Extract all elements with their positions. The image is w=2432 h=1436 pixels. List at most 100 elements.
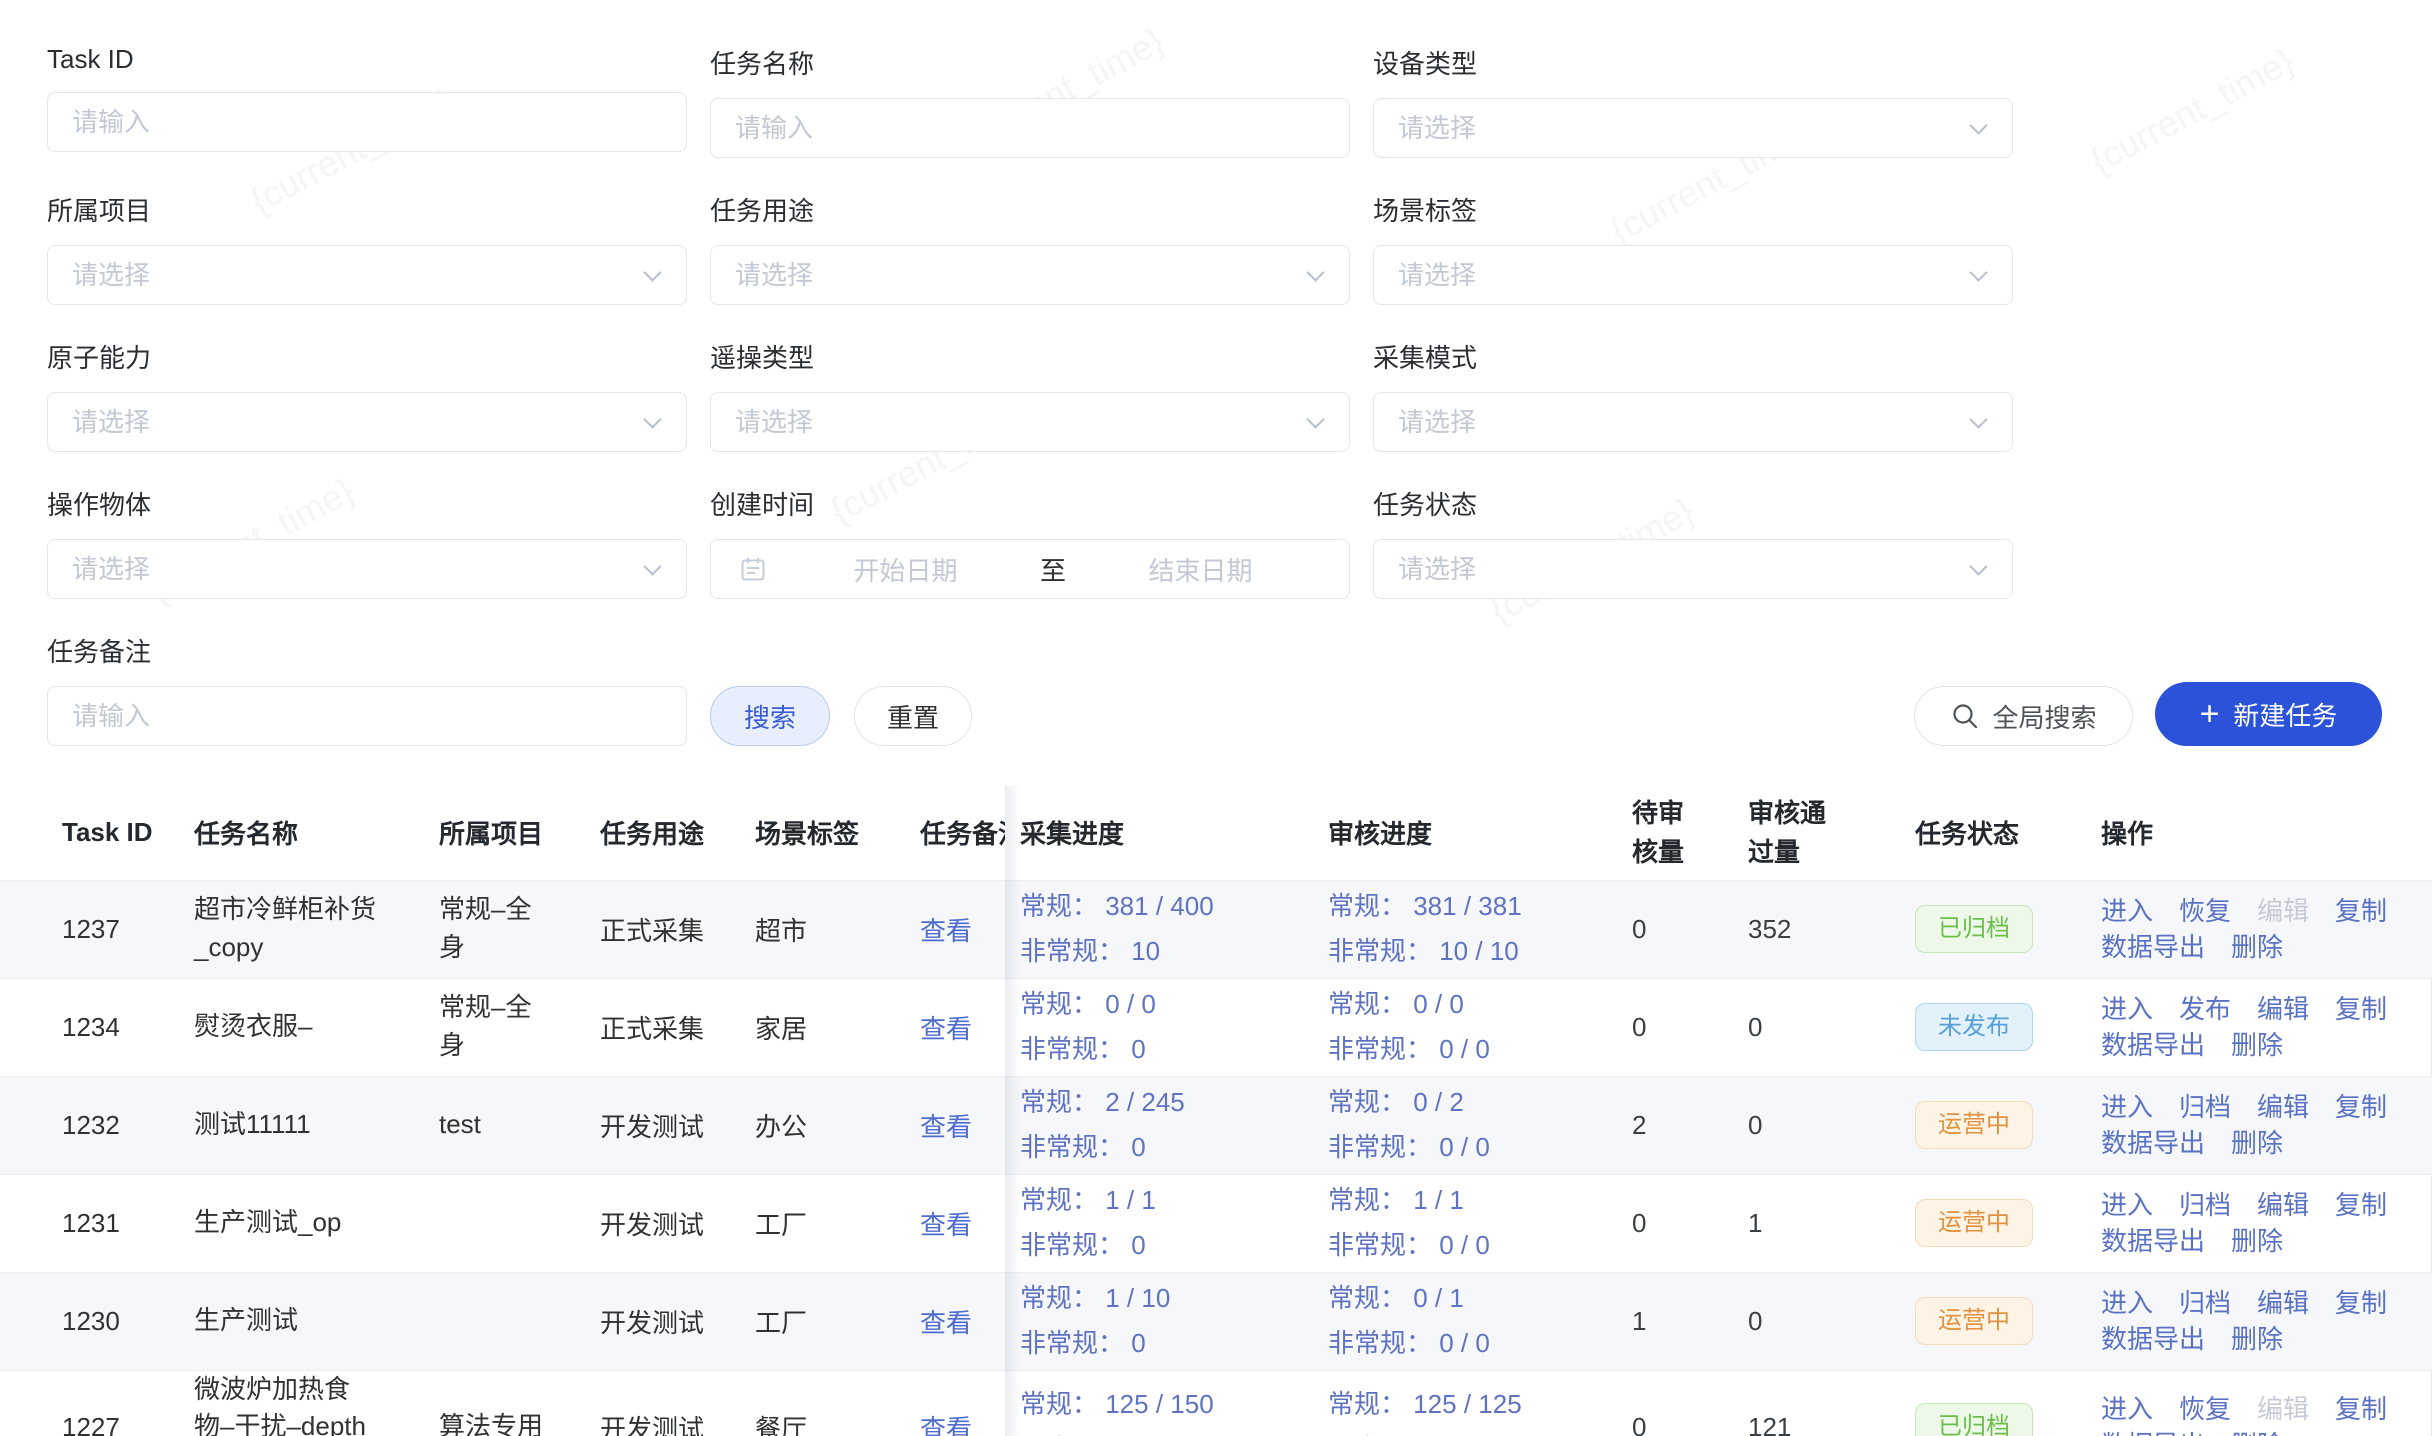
filter-teleop-type: 遥操类型 bbox=[710, 338, 1350, 452]
copy-link[interactable]: 复制 bbox=[2335, 1288, 2387, 1318]
enter-link[interactable]: 进入 bbox=[2101, 896, 2153, 926]
archive-link[interactable]: 归档 bbox=[2179, 1092, 2231, 1122]
end-date-placeholder[interactable]: 结束日期 bbox=[1072, 551, 1329, 588]
edit-link[interactable]: 编辑 bbox=[2257, 1394, 2309, 1424]
create-time-range[interactable]: 开始日期 至 结束日期 bbox=[710, 539, 1350, 599]
pending-count: 0 bbox=[1627, 978, 1743, 1076]
filter-atomic-ability: 原子能力 bbox=[47, 338, 687, 452]
export-link[interactable]: 数据导出 bbox=[2101, 1430, 2205, 1436]
col-operations: 操作 bbox=[2096, 786, 2432, 880]
collect-progress-cell: 常规： 2 / 245非常规： 0 bbox=[1005, 1076, 1323, 1174]
archive-link[interactable]: 归档 bbox=[2179, 1288, 2231, 1318]
delete-link[interactable]: 删除 bbox=[2231, 1324, 2283, 1354]
edit-link[interactable]: 编辑 bbox=[2257, 1288, 2309, 1318]
col-task-id: Task ID bbox=[0, 786, 155, 880]
note-view-link[interactable]: 查看 bbox=[920, 1014, 972, 1044]
purpose-cell: 开发测试 bbox=[560, 1076, 715, 1174]
copy-link[interactable]: 复制 bbox=[2335, 994, 2387, 1024]
note-view-link[interactable]: 查看 bbox=[920, 1414, 972, 1436]
delete-link[interactable]: 删除 bbox=[2231, 1430, 2283, 1436]
edit-link[interactable]: 编辑 bbox=[2257, 896, 2309, 926]
delete-link[interactable]: 删除 bbox=[2231, 1226, 2283, 1256]
note-view-link[interactable]: 查看 bbox=[920, 916, 972, 946]
create-task-button[interactable]: + 新建任务 bbox=[2155, 682, 2382, 746]
enter-link[interactable]: 进入 bbox=[2101, 1190, 2153, 1220]
task-table: Task ID 任务名称 所属项目 任务用途 场景标签 任务备注 采集进度 审核… bbox=[0, 786, 2432, 1436]
project-select[interactable] bbox=[47, 245, 687, 305]
edit-link[interactable]: 编辑 bbox=[2257, 1092, 2309, 1122]
col-review-progress: 审核进度 bbox=[1323, 786, 1627, 880]
copy-link[interactable]: 复制 bbox=[2335, 1190, 2387, 1220]
scene-cell: 餐厅 bbox=[715, 1370, 880, 1436]
col-scene-tag: 场景标签 bbox=[715, 786, 880, 880]
teleop-type-select[interactable] bbox=[710, 392, 1350, 452]
export-link[interactable]: 数据导出 bbox=[2101, 1324, 2205, 1354]
task-id-cell: 1234 bbox=[0, 978, 155, 1076]
atomic-ability-select[interactable] bbox=[47, 392, 687, 452]
task-name-cell: 微波炉加热食物–干扰–depth降... bbox=[155, 1370, 400, 1436]
export-link[interactable]: 数据导出 bbox=[2101, 1226, 2205, 1256]
task-name-cell: 生产测试_op bbox=[155, 1174, 400, 1272]
filter-task-note: 任务备注 bbox=[47, 632, 687, 746]
search-button[interactable]: 搜索 bbox=[710, 686, 830, 746]
publish-link[interactable]: 发布 bbox=[2179, 994, 2231, 1024]
task-note-input[interactable] bbox=[47, 686, 687, 746]
note-view-link[interactable]: 查看 bbox=[920, 1308, 972, 1338]
enter-link[interactable]: 进入 bbox=[2101, 1394, 2153, 1424]
export-link[interactable]: 数据导出 bbox=[2101, 1030, 2205, 1060]
delete-link[interactable]: 删除 bbox=[2231, 1030, 2283, 1060]
global-search-label: 全局搜索 bbox=[1992, 698, 2096, 735]
task-name-cell: 超市冷鲜柜补货_copy bbox=[155, 880, 400, 978]
note-view-link[interactable]: 查看 bbox=[920, 1210, 972, 1240]
edit-link[interactable]: 编辑 bbox=[2257, 994, 2309, 1024]
col-collect-progress: 采集进度 bbox=[1005, 786, 1323, 880]
start-date-placeholder[interactable]: 开始日期 bbox=[777, 551, 1034, 588]
filter-operation-object: 操作物体 bbox=[47, 485, 687, 599]
task-status-select[interactable] bbox=[1373, 539, 2013, 599]
watermark-text: {current_time} bbox=[2083, 40, 2301, 182]
restore-link[interactable]: 恢复 bbox=[2179, 1394, 2231, 1424]
enter-link[interactable]: 进入 bbox=[2101, 1092, 2153, 1122]
review-progress-cell: 常规： 0 / 1非常规： 0 / 0 bbox=[1323, 1272, 1627, 1370]
filter-project: 所属项目 bbox=[47, 191, 687, 305]
export-link[interactable]: 数据导出 bbox=[2101, 1128, 2205, 1158]
task-id-cell: 1231 bbox=[0, 1174, 155, 1272]
filter-collection-mode: 采集模式 bbox=[1373, 338, 2013, 452]
project-cell bbox=[400, 1174, 560, 1272]
task-id-cell: 1227 bbox=[0, 1370, 155, 1436]
copy-link[interactable]: 复制 bbox=[2335, 896, 2387, 926]
create-time-label: 创建时间 bbox=[710, 485, 1350, 522]
copy-link[interactable]: 复制 bbox=[2335, 1092, 2387, 1122]
reset-button[interactable]: 重置 bbox=[854, 686, 972, 746]
status-badge: 运营中 bbox=[1915, 1199, 2033, 1248]
collect-progress-cell: 常规： 0 / 0非常规： 0 bbox=[1005, 978, 1323, 1076]
copy-link[interactable]: 复制 bbox=[2335, 1394, 2387, 1424]
export-link[interactable]: 数据导出 bbox=[2101, 932, 2205, 962]
operation-object-select[interactable] bbox=[47, 539, 687, 599]
col-task-status: 任务状态 bbox=[1910, 786, 2096, 880]
project-cell: test bbox=[400, 1076, 560, 1174]
task-name-cell: 生产测试 bbox=[155, 1272, 400, 1370]
delete-link[interactable]: 删除 bbox=[2231, 1128, 2283, 1158]
enter-link[interactable]: 进入 bbox=[2101, 994, 2153, 1024]
enter-link[interactable]: 进入 bbox=[2101, 1288, 2153, 1318]
scene-tag-select[interactable] bbox=[1373, 245, 2013, 305]
note-view-link[interactable]: 查看 bbox=[920, 1112, 972, 1142]
device-type-select[interactable] bbox=[1373, 98, 2013, 158]
purpose-cell: 正式采集 bbox=[560, 880, 715, 978]
collection-mode-select[interactable] bbox=[1373, 392, 2013, 452]
task-id-input[interactable] bbox=[47, 92, 687, 152]
operations-cell: 进入恢复编辑复制 数据导出 删除 bbox=[2096, 1370, 2432, 1436]
delete-link[interactable]: 删除 bbox=[2231, 932, 2283, 962]
status-badge: 运营中 bbox=[1915, 1101, 2033, 1150]
task-id-cell: 1232 bbox=[0, 1076, 155, 1174]
col-task-name: 任务名称 bbox=[155, 786, 400, 880]
status-badge: 已归档 bbox=[1915, 905, 2033, 954]
edit-link[interactable]: 编辑 bbox=[2257, 1190, 2309, 1220]
restore-link[interactable]: 恢复 bbox=[2179, 896, 2231, 926]
task-purpose-select[interactable] bbox=[710, 245, 1350, 305]
global-search-button[interactable]: 全局搜索 bbox=[1914, 686, 2133, 746]
status-badge: 运营中 bbox=[1915, 1297, 2033, 1346]
archive-link[interactable]: 归档 bbox=[2179, 1190, 2231, 1220]
task-name-input[interactable] bbox=[710, 98, 1350, 158]
